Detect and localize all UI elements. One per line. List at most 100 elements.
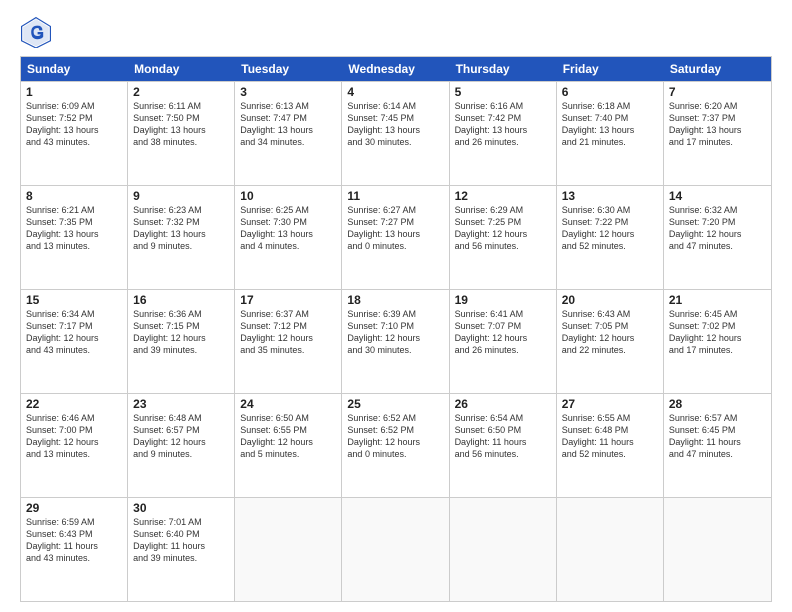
day-number: 2 xyxy=(133,85,229,99)
day-info: Sunrise: 6:41 AMSunset: 7:07 PMDaylight:… xyxy=(455,308,551,357)
weekday-header-friday: Friday xyxy=(557,57,664,81)
calendar-cell-day-12: 12Sunrise: 6:29 AMSunset: 7:25 PMDayligh… xyxy=(450,186,557,289)
day-info: Sunrise: 6:50 AMSunset: 6:55 PMDaylight:… xyxy=(240,412,336,461)
weekday-header-monday: Monday xyxy=(128,57,235,81)
calendar-cell-day-17: 17Sunrise: 6:37 AMSunset: 7:12 PMDayligh… xyxy=(235,290,342,393)
day-number: 19 xyxy=(455,293,551,307)
day-number: 8 xyxy=(26,189,122,203)
calendar-cell-day-13: 13Sunrise: 6:30 AMSunset: 7:22 PMDayligh… xyxy=(557,186,664,289)
calendar-cell-day-18: 18Sunrise: 6:39 AMSunset: 7:10 PMDayligh… xyxy=(342,290,449,393)
calendar-cell-day-24: 24Sunrise: 6:50 AMSunset: 6:55 PMDayligh… xyxy=(235,394,342,497)
day-info: Sunrise: 6:46 AMSunset: 7:00 PMDaylight:… xyxy=(26,412,122,461)
day-number: 15 xyxy=(26,293,122,307)
calendar-body: 1Sunrise: 6:09 AMSunset: 7:52 PMDaylight… xyxy=(21,81,771,601)
calendar-cell-empty xyxy=(235,498,342,601)
day-info: Sunrise: 6:23 AMSunset: 7:32 PMDaylight:… xyxy=(133,204,229,253)
day-info: Sunrise: 6:30 AMSunset: 7:22 PMDaylight:… xyxy=(562,204,658,253)
day-number: 4 xyxy=(347,85,443,99)
day-number: 5 xyxy=(455,85,551,99)
day-info: Sunrise: 6:14 AMSunset: 7:45 PMDaylight:… xyxy=(347,100,443,149)
calendar-cell-day-19: 19Sunrise: 6:41 AMSunset: 7:07 PMDayligh… xyxy=(450,290,557,393)
day-info: Sunrise: 6:55 AMSunset: 6:48 PMDaylight:… xyxy=(562,412,658,461)
day-info: Sunrise: 6:20 AMSunset: 7:37 PMDaylight:… xyxy=(669,100,766,149)
calendar-cell-day-25: 25Sunrise: 6:52 AMSunset: 6:52 PMDayligh… xyxy=(342,394,449,497)
calendar-cell-day-28: 28Sunrise: 6:57 AMSunset: 6:45 PMDayligh… xyxy=(664,394,771,497)
calendar-cell-day-30: 30Sunrise: 7:01 AMSunset: 6:40 PMDayligh… xyxy=(128,498,235,601)
logo xyxy=(20,16,56,48)
calendar-cell-day-10: 10Sunrise: 6:25 AMSunset: 7:30 PMDayligh… xyxy=(235,186,342,289)
calendar-cell-empty xyxy=(557,498,664,601)
calendar-cell-empty xyxy=(664,498,771,601)
day-info: Sunrise: 6:13 AMSunset: 7:47 PMDaylight:… xyxy=(240,100,336,149)
calendar-cell-day-26: 26Sunrise: 6:54 AMSunset: 6:50 PMDayligh… xyxy=(450,394,557,497)
day-number: 1 xyxy=(26,85,122,99)
calendar-cell-day-7: 7Sunrise: 6:20 AMSunset: 7:37 PMDaylight… xyxy=(664,82,771,185)
calendar-cell-day-2: 2Sunrise: 6:11 AMSunset: 7:50 PMDaylight… xyxy=(128,82,235,185)
day-number: 30 xyxy=(133,501,229,515)
weekday-header-sunday: Sunday xyxy=(21,57,128,81)
calendar-cell-day-5: 5Sunrise: 6:16 AMSunset: 7:42 PMDaylight… xyxy=(450,82,557,185)
day-info: Sunrise: 6:16 AMSunset: 7:42 PMDaylight:… xyxy=(455,100,551,149)
weekday-header-tuesday: Tuesday xyxy=(235,57,342,81)
day-number: 16 xyxy=(133,293,229,307)
day-info: Sunrise: 6:29 AMSunset: 7:25 PMDaylight:… xyxy=(455,204,551,253)
calendar-cell-day-16: 16Sunrise: 6:36 AMSunset: 7:15 PMDayligh… xyxy=(128,290,235,393)
day-number: 20 xyxy=(562,293,658,307)
day-number: 26 xyxy=(455,397,551,411)
day-info: Sunrise: 6:59 AMSunset: 6:43 PMDaylight:… xyxy=(26,516,122,565)
day-number: 24 xyxy=(240,397,336,411)
day-number: 13 xyxy=(562,189,658,203)
calendar-cell-day-8: 8Sunrise: 6:21 AMSunset: 7:35 PMDaylight… xyxy=(21,186,128,289)
day-number: 25 xyxy=(347,397,443,411)
calendar-row-2: 8Sunrise: 6:21 AMSunset: 7:35 PMDaylight… xyxy=(21,185,771,289)
weekday-header-wednesday: Wednesday xyxy=(342,57,449,81)
day-info: Sunrise: 6:27 AMSunset: 7:27 PMDaylight:… xyxy=(347,204,443,253)
weekday-header-thursday: Thursday xyxy=(450,57,557,81)
day-number: 27 xyxy=(562,397,658,411)
calendar-cell-day-3: 3Sunrise: 6:13 AMSunset: 7:47 PMDaylight… xyxy=(235,82,342,185)
day-info: Sunrise: 6:25 AMSunset: 7:30 PMDaylight:… xyxy=(240,204,336,253)
day-number: 23 xyxy=(133,397,229,411)
day-number: 7 xyxy=(669,85,766,99)
day-number: 10 xyxy=(240,189,336,203)
day-info: Sunrise: 7:01 AMSunset: 6:40 PMDaylight:… xyxy=(133,516,229,565)
day-number: 29 xyxy=(26,501,122,515)
calendar-cell-day-29: 29Sunrise: 6:59 AMSunset: 6:43 PMDayligh… xyxy=(21,498,128,601)
calendar-cell-day-22: 22Sunrise: 6:46 AMSunset: 7:00 PMDayligh… xyxy=(21,394,128,497)
day-info: Sunrise: 6:43 AMSunset: 7:05 PMDaylight:… xyxy=(562,308,658,357)
day-number: 6 xyxy=(562,85,658,99)
weekday-header-saturday: Saturday xyxy=(664,57,771,81)
calendar-cell-day-4: 4Sunrise: 6:14 AMSunset: 7:45 PMDaylight… xyxy=(342,82,449,185)
day-info: Sunrise: 6:36 AMSunset: 7:15 PMDaylight:… xyxy=(133,308,229,357)
day-info: Sunrise: 6:57 AMSunset: 6:45 PMDaylight:… xyxy=(669,412,766,461)
calendar-cell-empty xyxy=(342,498,449,601)
calendar-cell-empty xyxy=(450,498,557,601)
calendar-cell-day-11: 11Sunrise: 6:27 AMSunset: 7:27 PMDayligh… xyxy=(342,186,449,289)
calendar-cell-day-1: 1Sunrise: 6:09 AMSunset: 7:52 PMDaylight… xyxy=(21,82,128,185)
day-number: 21 xyxy=(669,293,766,307)
day-info: Sunrise: 6:09 AMSunset: 7:52 PMDaylight:… xyxy=(26,100,122,149)
calendar-cell-day-27: 27Sunrise: 6:55 AMSunset: 6:48 PMDayligh… xyxy=(557,394,664,497)
calendar-cell-day-9: 9Sunrise: 6:23 AMSunset: 7:32 PMDaylight… xyxy=(128,186,235,289)
day-info: Sunrise: 6:18 AMSunset: 7:40 PMDaylight:… xyxy=(562,100,658,149)
calendar-cell-day-20: 20Sunrise: 6:43 AMSunset: 7:05 PMDayligh… xyxy=(557,290,664,393)
day-number: 14 xyxy=(669,189,766,203)
day-number: 9 xyxy=(133,189,229,203)
day-info: Sunrise: 6:52 AMSunset: 6:52 PMDaylight:… xyxy=(347,412,443,461)
day-info: Sunrise: 6:45 AMSunset: 7:02 PMDaylight:… xyxy=(669,308,766,357)
calendar-row-5: 29Sunrise: 6:59 AMSunset: 6:43 PMDayligh… xyxy=(21,497,771,601)
day-number: 22 xyxy=(26,397,122,411)
day-number: 11 xyxy=(347,189,443,203)
calendar-cell-day-23: 23Sunrise: 6:48 AMSunset: 6:57 PMDayligh… xyxy=(128,394,235,497)
day-number: 17 xyxy=(240,293,336,307)
day-number: 3 xyxy=(240,85,336,99)
calendar-cell-day-21: 21Sunrise: 6:45 AMSunset: 7:02 PMDayligh… xyxy=(664,290,771,393)
calendar-cell-day-15: 15Sunrise: 6:34 AMSunset: 7:17 PMDayligh… xyxy=(21,290,128,393)
day-info: Sunrise: 6:54 AMSunset: 6:50 PMDaylight:… xyxy=(455,412,551,461)
day-info: Sunrise: 6:34 AMSunset: 7:17 PMDaylight:… xyxy=(26,308,122,357)
calendar-header: SundayMondayTuesdayWednesdayThursdayFrid… xyxy=(21,57,771,81)
day-number: 18 xyxy=(347,293,443,307)
calendar-cell-day-6: 6Sunrise: 6:18 AMSunset: 7:40 PMDaylight… xyxy=(557,82,664,185)
calendar-row-1: 1Sunrise: 6:09 AMSunset: 7:52 PMDaylight… xyxy=(21,81,771,185)
calendar-cell-day-14: 14Sunrise: 6:32 AMSunset: 7:20 PMDayligh… xyxy=(664,186,771,289)
